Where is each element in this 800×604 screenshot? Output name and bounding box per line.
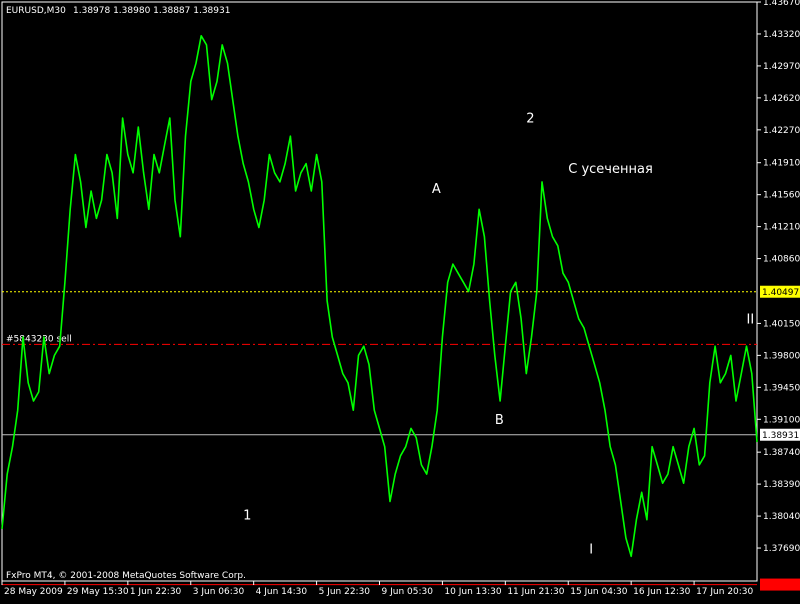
time-tick-label: 4 Jun 14:30 [256,587,308,597]
order-level-label: #5843230 sell [6,334,72,344]
price-tick-label: 1.42270 [763,126,800,136]
time-tick-label: 10 Jun 13:30 [444,587,501,597]
price-tick-label: 1.39450 [763,383,800,393]
price-tick-label: 1.38740 [763,448,800,458]
price-tick-label: 1.43320 [763,30,800,40]
time-tick-label: 5 Jun 22:30 [319,587,371,597]
copyright-text: FxPro MT4, © 2001-2008 MetaQuotes Softwa… [6,571,246,581]
price-tick-label: 1.39800 [763,351,800,361]
price-tick-label: 1.42620 [763,94,800,104]
price-tick-label: 1.41210 [763,223,800,233]
price-tick-label: 1.42970 [763,62,800,72]
time-tick-label: 29 May 15:30 [67,587,129,597]
price-tick-label: 1.40150 [763,319,800,329]
price-tick-label: 1.41560 [763,191,800,201]
time-tick-label: 17 Jun 20:30 [696,587,753,597]
price-tick-label: 1.41910 [763,159,800,169]
price-tick-label: 1.37690 [763,544,800,554]
symbol-label: EURUSD,M30 [6,6,66,16]
price-chart[interactable]: 1.40497 #5843230 sell 1.38931 1.37340 1 2 A B С… [0,0,800,600]
time-tick-label: 28 May 2009 [4,587,63,597]
time-tick-label: 3 Jun 06:30 [193,587,245,597]
wave-label: B [495,413,504,428]
time-tick-label: 11 Jun 21:30 [507,587,564,597]
wave-label: 2 [526,112,534,127]
wave-label: A [432,182,441,197]
wave-label: I [589,543,593,558]
price-tick-label: 1.40860 [763,255,800,265]
time-tick-label: 15 Jun 04:30 [570,587,627,597]
bottom-red-level-label: 1.37340 [762,581,799,591]
wave-label: 1 [243,509,251,524]
current-price-label: 1.38931 [762,431,799,441]
yellow-level-label: 1.40497 [762,288,799,298]
wave-label: С усеченная [568,162,653,177]
price-tick-label: 1.38040 [763,512,800,522]
time-tick-label: 1 Jun 22:30 [130,587,182,597]
price-tick-label: 1.38390 [763,480,800,490]
time-tick-label: 9 Jun 05:30 [382,587,434,597]
price-tick-label: 1.43670 [763,0,800,8]
quote-values: 1.38978 1.38980 1.38887 1.38931 [73,6,230,16]
price-tick-label: 1.39100 [763,415,800,425]
chart-area[interactable]: 1.40497 #5843230 sell 1.38931 1.37340 1 2 A B С… [0,0,800,600]
time-tick-label: 16 Jun 12:30 [633,587,690,597]
chart-background [0,0,800,600]
wave-label: II [747,312,755,327]
